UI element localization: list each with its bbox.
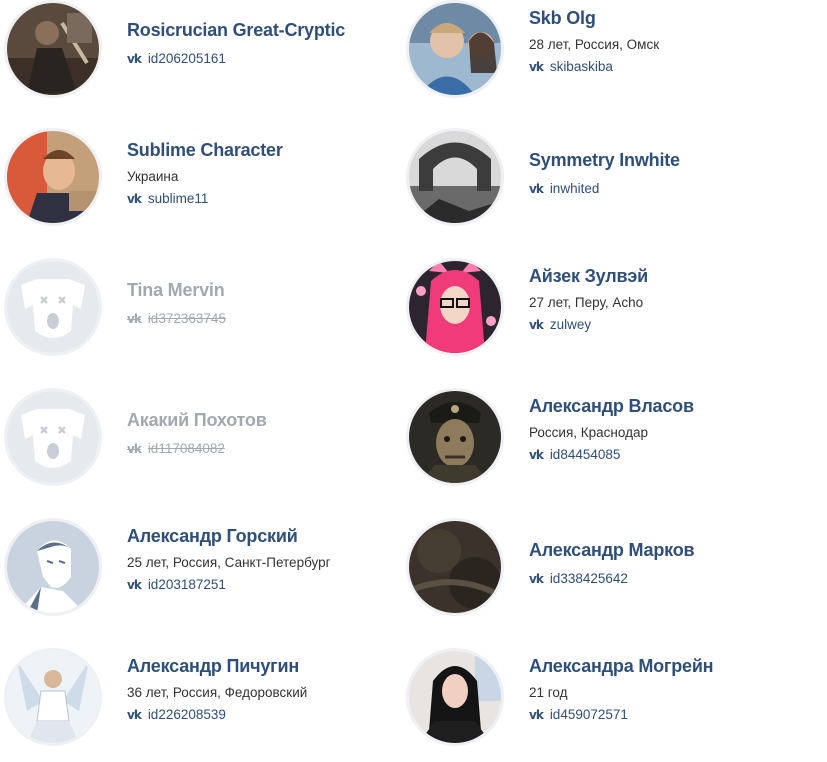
vk-icon: vk bbox=[127, 51, 142, 66]
profile-link[interactable]: vk sublime11 bbox=[127, 191, 283, 206]
person-meta: Украина bbox=[127, 169, 179, 184]
profile-link[interactable]: vk inwhited bbox=[529, 181, 680, 196]
profile-link[interactable]: vk zulwey bbox=[529, 317, 648, 332]
avatar[interactable] bbox=[406, 648, 504, 746]
person-name[interactable]: Tina Mervin bbox=[127, 280, 226, 301]
vk-icon: vk bbox=[127, 191, 142, 206]
person-card: Rosicrucian Great-Cryptic vk id206205161 bbox=[0, 0, 400, 104]
person-name[interactable]: Александр Горский bbox=[127, 526, 331, 547]
avatar[interactable] bbox=[406, 258, 504, 356]
person-card: Александр Власов Россия, Краснодар vk id8… bbox=[402, 388, 802, 492]
person-name[interactable]: Rosicrucian Great-Cryptic bbox=[127, 20, 345, 41]
person-card: Александр Марков vk id338425642 bbox=[402, 518, 802, 622]
avatar[interactable] bbox=[4, 0, 102, 98]
avatar[interactable] bbox=[4, 388, 102, 486]
person-card: Symmetry Inwhite vk inwhited bbox=[402, 128, 802, 232]
vk-icon: vk bbox=[529, 571, 544, 586]
person-card: Акакий Похотов vk id117084082 bbox=[0, 388, 400, 492]
vk-icon: vk bbox=[127, 577, 142, 592]
profile-link[interactable]: vk id203187251 bbox=[127, 577, 331, 592]
profile-link[interactable]: vk id117084082 bbox=[127, 441, 267, 456]
vk-icon: vk bbox=[529, 317, 544, 332]
vk-icon: vk bbox=[127, 707, 142, 722]
person-meta: 28 лет, Россия, Омск bbox=[529, 37, 660, 52]
avatar[interactable] bbox=[406, 128, 504, 226]
profile-link[interactable]: vk id84454085 bbox=[529, 447, 694, 462]
person-card: Александр Горский 25 лет, Россия, Санкт-… bbox=[0, 518, 400, 622]
default-man-silhouette bbox=[7, 521, 99, 613]
profile-link[interactable]: vk id459072571 bbox=[529, 707, 713, 722]
person-card: Александра Могрейн 21 год vk id459072571 bbox=[402, 648, 802, 752]
profile-link[interactable]: vk id226208539 bbox=[127, 707, 307, 722]
person-name[interactable]: Айзек Зулвэй bbox=[529, 266, 648, 287]
avatar[interactable] bbox=[4, 258, 102, 356]
person-meta: 36 лет, Россия, Федоровский bbox=[127, 685, 308, 700]
avatar[interactable] bbox=[406, 388, 504, 486]
person-meta: 25 лет, Россия, Санкт-Петербург bbox=[127, 555, 331, 570]
person-name[interactable]: Александр Марков bbox=[529, 540, 695, 561]
person-meta: 27 лет, Перу, Acho bbox=[529, 295, 644, 310]
person-card: Александр Пичугин 36 лет, Россия, Федоро… bbox=[0, 648, 400, 752]
person-card: Tina Mervin vk id372363745 bbox=[0, 258, 400, 362]
person-card: Айзек Зулвэй 27 лет, Перу, Acho vk zulwey bbox=[402, 258, 802, 362]
person-card: Sublime Character Украина vk sublime11 bbox=[0, 128, 400, 232]
person-card: Skb Olg 28 лет, Россия, Омск vk skibaskib… bbox=[402, 0, 802, 104]
avatar[interactable] bbox=[406, 518, 504, 616]
deleted-dog-icon bbox=[7, 261, 99, 353]
person-name[interactable]: Symmetry Inwhite bbox=[529, 150, 680, 171]
avatar[interactable] bbox=[4, 518, 102, 616]
deleted-dog-icon bbox=[7, 391, 99, 483]
person-name[interactable]: Александр Власов bbox=[529, 396, 694, 417]
vk-icon: vk bbox=[529, 447, 544, 462]
person-name[interactable]: Skb Olg bbox=[529, 8, 659, 29]
avatar[interactable] bbox=[4, 128, 102, 226]
profile-link[interactable]: vk id372363745 bbox=[127, 311, 226, 326]
person-name[interactable]: Sublime Character bbox=[127, 140, 283, 161]
profile-link[interactable]: vk id206205161 bbox=[127, 51, 345, 66]
person-meta: Россия, Краснодар bbox=[529, 425, 648, 440]
friends-grid: Rosicrucian Great-Cryptic vk id206205161 … bbox=[0, 0, 827, 762]
profile-link[interactable]: vk skibaskiba bbox=[529, 59, 659, 74]
profile-link[interactable]: vk id338425642 bbox=[529, 571, 694, 586]
vk-icon: vk bbox=[127, 441, 142, 456]
avatar[interactable] bbox=[406, 0, 504, 98]
person-name[interactable]: Акакий Похотов bbox=[127, 410, 267, 431]
person-name[interactable]: Александра Могрейн bbox=[529, 656, 714, 677]
avatar[interactable] bbox=[4, 648, 102, 746]
vk-icon: vk bbox=[529, 707, 544, 722]
vk-icon: vk bbox=[529, 181, 544, 196]
vk-icon: vk bbox=[127, 311, 142, 326]
vk-icon: vk bbox=[529, 59, 544, 74]
person-name[interactable]: Александр Пичугин bbox=[127, 656, 307, 677]
person-meta: 21 год bbox=[529, 685, 568, 700]
